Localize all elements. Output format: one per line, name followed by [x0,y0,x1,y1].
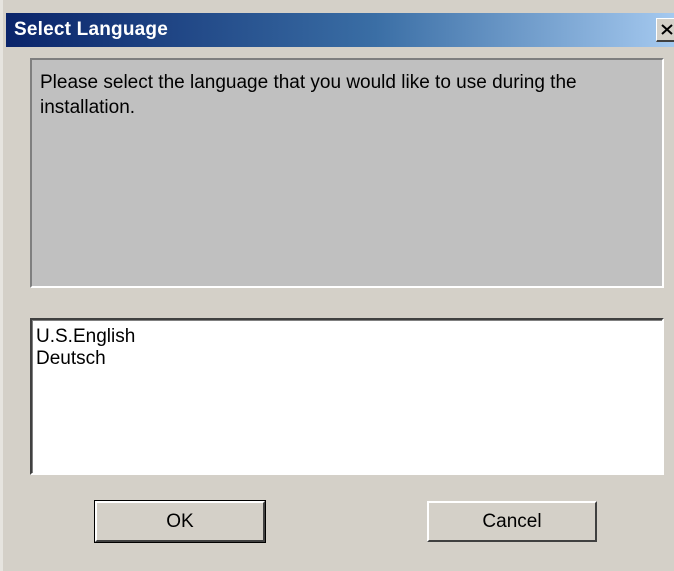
close-x-icon [661,24,673,35]
title-bar[interactable]: Select Language [6,13,674,47]
ok-button[interactable]: OK [94,500,266,543]
language-option-us-english[interactable]: U.S.English [36,326,135,348]
cancel-button[interactable]: Cancel [427,501,597,542]
language-option-deutsch[interactable]: Deutsch [36,348,106,370]
message-panel: Please select the language that you woul… [30,58,664,288]
select-language-dialog: Select Language Please select the langua… [0,0,674,571]
close-button[interactable] [656,18,674,42]
language-listbox[interactable]: U.S.English Deutsch [30,318,664,475]
instruction-text: Please select the language that you woul… [40,72,577,118]
window-title: Select Language [14,19,168,40]
